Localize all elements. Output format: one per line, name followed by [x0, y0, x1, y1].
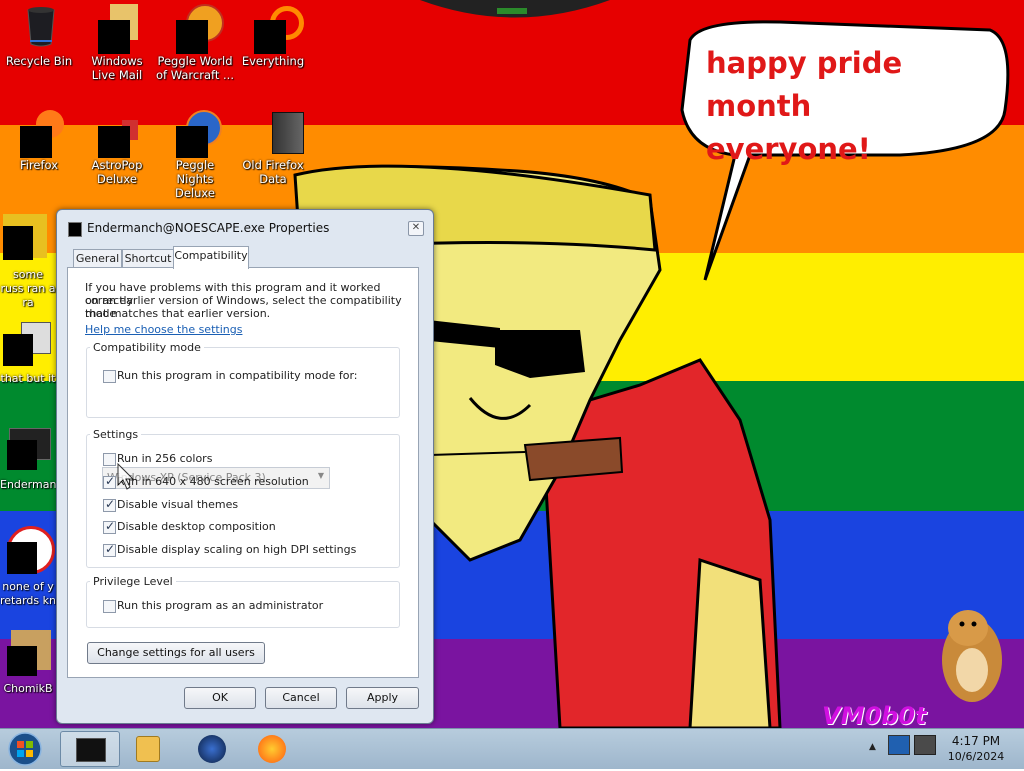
desktop-icon-chomikb[interactable]: ChomikB	[0, 630, 56, 696]
folder-icon	[256, 110, 304, 154]
option-dpi-scaling-checkbox[interactable]	[103, 542, 116, 557]
ok-button[interactable]: OK	[184, 687, 256, 709]
desktop-icon-that-but-it[interactable]: that but it	[0, 320, 56, 386]
properties-dialog[interactable]: Endermanch@NOESCAPE.exe Properties ✕ Gen…	[56, 209, 434, 724]
desktop-icon-peggle-wow[interactable]: Peggle World of Warcraft ...	[156, 4, 234, 82]
taskbar-explorer-button[interactable]	[60, 731, 120, 767]
firefox-icon	[258, 735, 286, 763]
settings-group: Settings Run in 256 colors Run in 640 x …	[86, 428, 400, 568]
option-label: Run in 640 x 480 screen resolution	[117, 475, 309, 488]
browser-icon	[198, 735, 226, 763]
clock-date[interactable]: 10/6/2024	[946, 750, 1006, 763]
desktop-icon-label: that but it	[0, 372, 56, 385]
run-as-admin-label: Run this program as an administrator	[117, 599, 324, 612]
desktop-icon-none-of-y[interactable]: none of y retards kn	[0, 526, 56, 608]
speech-line-1: happy pride month	[706, 46, 903, 123]
desktop-icon-everything[interactable]: Everything	[234, 6, 312, 68]
dialog-titlebar[interactable]: Endermanch@NOESCAPE.exe Properties ✕	[57, 210, 433, 244]
tab-label: Shortcut	[124, 252, 172, 265]
tab-general[interactable]: General	[73, 249, 122, 268]
taskbar-media-player-button[interactable]	[120, 731, 178, 765]
group-title: Privilege Level	[90, 575, 176, 588]
tab-shortcut[interactable]: Shortcut	[122, 249, 174, 268]
media-player-icon	[136, 736, 160, 762]
desktop-icon-label: Recycle Bin	[5, 54, 73, 68]
taskbar: ▲ 4:17 PM 10/6/2024	[0, 728, 1024, 769]
watermark: VM0b0t	[822, 702, 927, 728]
exe-icon	[7, 426, 51, 470]
group-title: Compatibility mode	[90, 341, 204, 354]
tab-compatibility[interactable]: Compatibility	[173, 246, 249, 269]
intro-line-3: that matches that earlier version.	[85, 307, 271, 320]
game-icon	[176, 4, 224, 54]
desktop-icon-some-russ[interactable]: some russ ran a ra	[0, 214, 56, 310]
compat-mode-checkbox[interactable]	[103, 370, 116, 383]
desktop-icon-label: none of y retards kn	[0, 580, 56, 607]
option-desktop-composition-checkbox[interactable]	[103, 519, 116, 534]
change-settings-all-users-button[interactable]: Change settings for all users	[87, 642, 265, 664]
windows-logo-icon	[8, 732, 42, 766]
mouse-cursor-icon	[117, 463, 135, 490]
taskbar-firefox-button[interactable]	[244, 731, 302, 765]
volume-icon[interactable]	[914, 735, 936, 755]
option-label: Disable visual themes	[117, 498, 239, 511]
desktop-icon-label: ChomikB	[3, 682, 53, 695]
apply-button[interactable]: Apply	[346, 687, 419, 709]
file-icon	[3, 214, 47, 260]
close-button[interactable]: ✕	[408, 221, 424, 236]
explorer-icon	[76, 738, 106, 762]
desktop-icon-windows-live-mail[interactable]: Windows Live Mail	[78, 4, 156, 82]
run-as-admin-checkbox[interactable]	[103, 600, 116, 613]
option-label: Disable desktop composition	[117, 520, 276, 533]
compatibility-mode-group: Compatibility mode Run this program in c…	[86, 341, 400, 489]
start-button[interactable]	[5, 731, 45, 767]
mail-icon	[98, 4, 138, 54]
desktop-icon-label: Windows Live Mail	[91, 54, 143, 82]
desktop-icon-label: Enderman	[0, 478, 57, 491]
file-icon	[7, 526, 55, 574]
option-label: Disable display scaling on high DPI sett…	[117, 543, 357, 556]
close-icon: ✕	[411, 222, 421, 233]
network-icon[interactable]	[888, 735, 910, 755]
desktop-icon-label: Firefox	[19, 158, 59, 172]
speech-line-2: everyone!	[706, 132, 871, 166]
game-icon	[98, 110, 138, 158]
tab-label: General	[75, 252, 120, 265]
show-hidden-icons-icon[interactable]: ▲	[869, 742, 876, 752]
recycle-bin-icon	[22, 6, 56, 47]
desktop-icon-enderman[interactable]: Enderman	[0, 426, 56, 492]
tab-label: Compatibility	[174, 249, 248, 262]
exe-icon	[68, 222, 82, 237]
option-640x480-checkbox[interactable]	[103, 474, 116, 489]
desktop-icon-label: Everything	[241, 54, 305, 68]
desktop-icon-recycle-bin[interactable]: Recycle Bin	[0, 6, 78, 68]
desktop-icon-label: some russ ran a ra	[0, 268, 56, 309]
option-256-colors-checkbox[interactable]	[103, 453, 116, 466]
file-icon	[3, 320, 51, 366]
taskbar-browser-button[interactable]	[184, 731, 242, 765]
desktop-icon-label: Peggle Nights Deluxe	[175, 158, 215, 200]
group-title: Settings	[90, 428, 142, 441]
dialog-title: Endermanch@NOESCAPE.exe Properties	[87, 221, 330, 235]
option-visual-themes-checkbox[interactable]	[103, 497, 116, 512]
speech-bubble-text: happy pride month everyone!	[706, 42, 986, 171]
game-icon	[176, 110, 222, 158]
cancel-button[interactable]: Cancel	[265, 687, 337, 709]
search-icon	[254, 6, 304, 54]
file-icon	[7, 630, 51, 676]
desktop-icon-old-firefox-data[interactable]: Old Firefox Data	[234, 110, 312, 186]
desktop-icon-label: Old Firefox Data	[242, 158, 304, 186]
desktop-icon-astropop[interactable]: AstroPop Deluxe	[78, 110, 156, 186]
privilege-group: Privilege Level Run this program as an a…	[86, 575, 400, 628]
compat-mode-label: Run this program in compatibility mode f…	[117, 369, 358, 382]
desktop-icon-peggle-nights[interactable]: Peggle Nights Deluxe	[156, 110, 234, 200]
desktop[interactable]: happy pride month everyone! VM0b0t Recyc…	[0, 0, 1024, 728]
clock-time[interactable]: 4:17 PM	[946, 734, 1006, 748]
help-link[interactable]: Help me choose the settings	[85, 323, 242, 336]
desktop-icon-label: Peggle World of Warcraft ...	[156, 54, 234, 82]
firefox-icon	[20, 110, 64, 158]
desktop-icon-firefox[interactable]: Firefox	[0, 110, 78, 172]
desktop-icon-label: AstroPop Deluxe	[91, 158, 143, 186]
